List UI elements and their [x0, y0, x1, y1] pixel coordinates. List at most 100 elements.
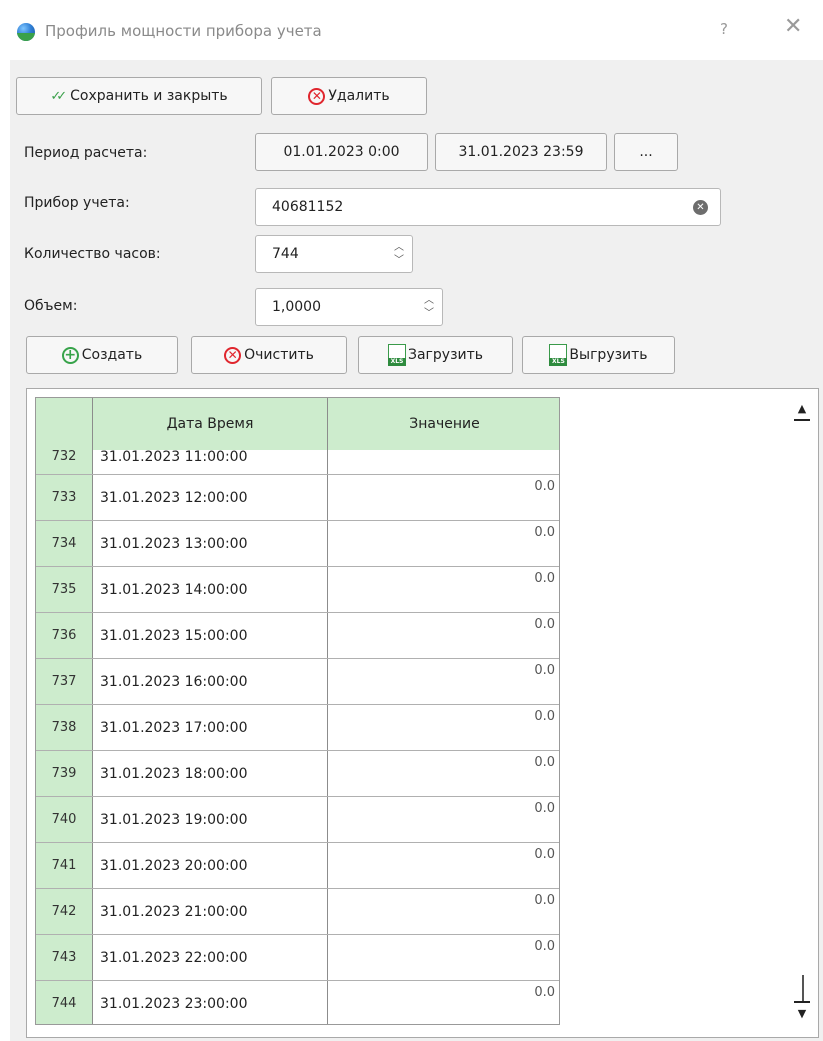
dialog-body: ✓✓ Сохранить и закрыть ✕ Удалить Период … — [10, 60, 823, 1041]
row-value[interactable]: 0.0 — [328, 981, 559, 1024]
row-datetime[interactable]: 31.01.2023 17:00:00 — [93, 705, 328, 750]
table-row[interactable]: 734 31.01.2023 13:00:00 0.0 — [36, 521, 559, 567]
clear-button[interactable]: ✕ Очистить — [191, 336, 347, 374]
scroll-up-arrow-icon[interactable]: ▲ — [794, 399, 810, 421]
scrollbar-thumb[interactable] — [802, 975, 804, 1001]
double-check-icon: ✓✓ — [50, 88, 67, 104]
period-label: Период расчета: — [24, 145, 148, 161]
table-row[interactable]: 743 31.01.2023 22:00:00 0.0 — [36, 935, 559, 981]
export-button[interactable]: Выгрузить — [522, 336, 675, 374]
row-number: 744 — [36, 981, 93, 1024]
table-row[interactable]: 739 31.01.2023 18:00:00 0.0 — [36, 751, 559, 797]
row-datetime[interactable]: 31.01.2023 22:00:00 — [93, 935, 328, 980]
column-header-datetime[interactable]: Дата Время — [93, 398, 328, 450]
row-number: 732 — [36, 450, 93, 474]
spin-arrows-icon[interactable]: ︿ ﹀ — [422, 294, 436, 322]
xls-file-icon — [549, 344, 568, 366]
help-button[interactable]: ? — [720, 20, 728, 38]
row-value[interactable] — [328, 450, 559, 474]
row-number: 733 — [36, 475, 93, 520]
volume-value: 1,0000 — [272, 299, 321, 315]
row-datetime[interactable]: 31.01.2023 11:00:00 — [93, 450, 328, 474]
app-globe-icon — [17, 23, 35, 41]
meter-value: 40681152 — [272, 199, 344, 215]
row-value[interactable]: 0.0 — [328, 751, 559, 796]
meter-label: Прибор учета: — [24, 195, 130, 211]
row-value[interactable]: 0.0 — [328, 475, 559, 520]
table-row[interactable]: 733 31.01.2023 12:00:00 0.0 — [36, 475, 559, 521]
clear-label: Очистить — [244, 347, 314, 363]
title-bar: Профиль мощности прибора учета ? ✕ — [0, 0, 823, 60]
row-value[interactable]: 0.0 — [328, 843, 559, 888]
hours-label: Количество часов: — [24, 246, 161, 262]
table-row[interactable]: 741 31.01.2023 20:00:00 0.0 — [36, 843, 559, 889]
row-number: 738 — [36, 705, 93, 750]
data-grid: Дата Время Значение 732 31.01.2023 11:00… — [35, 397, 560, 1025]
row-value[interactable]: 0.0 — [328, 521, 559, 566]
save-and-close-label: Сохранить и закрыть — [70, 88, 228, 104]
row-datetime[interactable]: 31.01.2023 14:00:00 — [93, 567, 328, 612]
row-number: 739 — [36, 751, 93, 796]
clear-field-icon[interactable]: ✕ — [693, 200, 708, 215]
table-row[interactable]: 738 31.01.2023 17:00:00 0.0 — [36, 705, 559, 751]
load-button[interactable]: Загрузить — [358, 336, 513, 374]
row-value[interactable]: 0.0 — [328, 705, 559, 750]
table-row[interactable]: 736 31.01.2023 15:00:00 0.0 — [36, 613, 559, 659]
row-datetime[interactable]: 31.01.2023 13:00:00 — [93, 521, 328, 566]
meter-field[interactable]: 40681152 ✕ — [255, 188, 721, 226]
row-number-header — [36, 398, 93, 450]
row-number: 742 — [36, 889, 93, 934]
row-value[interactable]: 0.0 — [328, 659, 559, 704]
row-datetime[interactable]: 31.01.2023 15:00:00 — [93, 613, 328, 658]
clear-x-circle-icon: ✕ — [224, 346, 242, 364]
load-label: Загрузить — [407, 347, 484, 363]
row-number: 740 — [36, 797, 93, 842]
row-number: 743 — [36, 935, 93, 980]
row-number: 737 — [36, 659, 93, 704]
table-row[interactable]: 744 31.01.2023 23:00:00 0.0 — [36, 981, 559, 1024]
row-datetime[interactable]: 31.01.2023 21:00:00 — [93, 889, 328, 934]
spin-arrows-icon[interactable]: ︿ ﹀ — [392, 241, 406, 269]
row-number: 735 — [36, 567, 93, 612]
row-datetime[interactable]: 31.01.2023 12:00:00 — [93, 475, 328, 520]
hours-stepper[interactable]: 744 ︿ ﹀ — [255, 235, 413, 273]
period-to-button[interactable]: 31.01.2023 23:59 — [435, 133, 607, 171]
row-value[interactable]: 0.0 — [328, 797, 559, 842]
table-row[interactable]: 740 31.01.2023 19:00:00 0.0 — [36, 797, 559, 843]
volume-label: Объем: — [24, 298, 78, 314]
row-datetime[interactable]: 31.01.2023 18:00:00 — [93, 751, 328, 796]
row-number: 736 — [36, 613, 93, 658]
row-value[interactable]: 0.0 — [328, 889, 559, 934]
table-row[interactable]: 732 31.01.2023 11:00:00 — [36, 450, 559, 475]
period-from-button[interactable]: 01.01.2023 0:00 — [255, 133, 428, 171]
scroll-down-arrow-icon[interactable]: ▼ — [794, 1001, 810, 1025]
create-button[interactable]: + Создать — [26, 336, 178, 374]
row-datetime[interactable]: 31.01.2023 19:00:00 — [93, 797, 328, 842]
hours-value: 744 — [272, 246, 299, 262]
row-datetime[interactable]: 31.01.2023 16:00:00 — [93, 659, 328, 704]
table-row[interactable]: 737 31.01.2023 16:00:00 0.0 — [36, 659, 559, 705]
period-more-button[interactable]: ... — [614, 133, 678, 171]
row-datetime[interactable]: 31.01.2023 23:00:00 — [93, 981, 328, 1024]
grid-rows: 732 31.01.2023 11:00:00 733 31.01.2023 12… — [36, 450, 559, 1024]
row-number: 741 — [36, 843, 93, 888]
save-and-close-button[interactable]: ✓✓ Сохранить и закрыть — [16, 77, 262, 115]
grid-header: Дата Время Значение — [36, 398, 559, 451]
create-label: Создать — [81, 347, 143, 363]
column-header-value[interactable]: Значение — [328, 398, 559, 450]
volume-stepper[interactable]: 1,0000 ︿ ﹀ — [255, 288, 443, 326]
delete-label: Удалить — [328, 88, 390, 104]
row-value[interactable]: 0.0 — [328, 613, 559, 658]
plus-circle-icon: + — [61, 346, 79, 364]
delete-button[interactable]: ✕ Удалить — [271, 77, 427, 115]
row-datetime[interactable]: 31.01.2023 20:00:00 — [93, 843, 328, 888]
row-value[interactable]: 0.0 — [328, 935, 559, 980]
row-number: 734 — [36, 521, 93, 566]
table-row[interactable]: 735 31.01.2023 14:00:00 0.0 — [36, 567, 559, 613]
data-grid-area: Дата Время Значение 732 31.01.2023 11:00… — [26, 388, 819, 1038]
table-row[interactable]: 742 31.01.2023 21:00:00 0.0 — [36, 889, 559, 935]
row-value[interactable]: 0.0 — [328, 567, 559, 612]
close-button[interactable]: ✕ — [784, 16, 802, 38]
window-title: Профиль мощности прибора учета — [45, 22, 322, 40]
export-label: Выгрузить — [569, 347, 648, 363]
